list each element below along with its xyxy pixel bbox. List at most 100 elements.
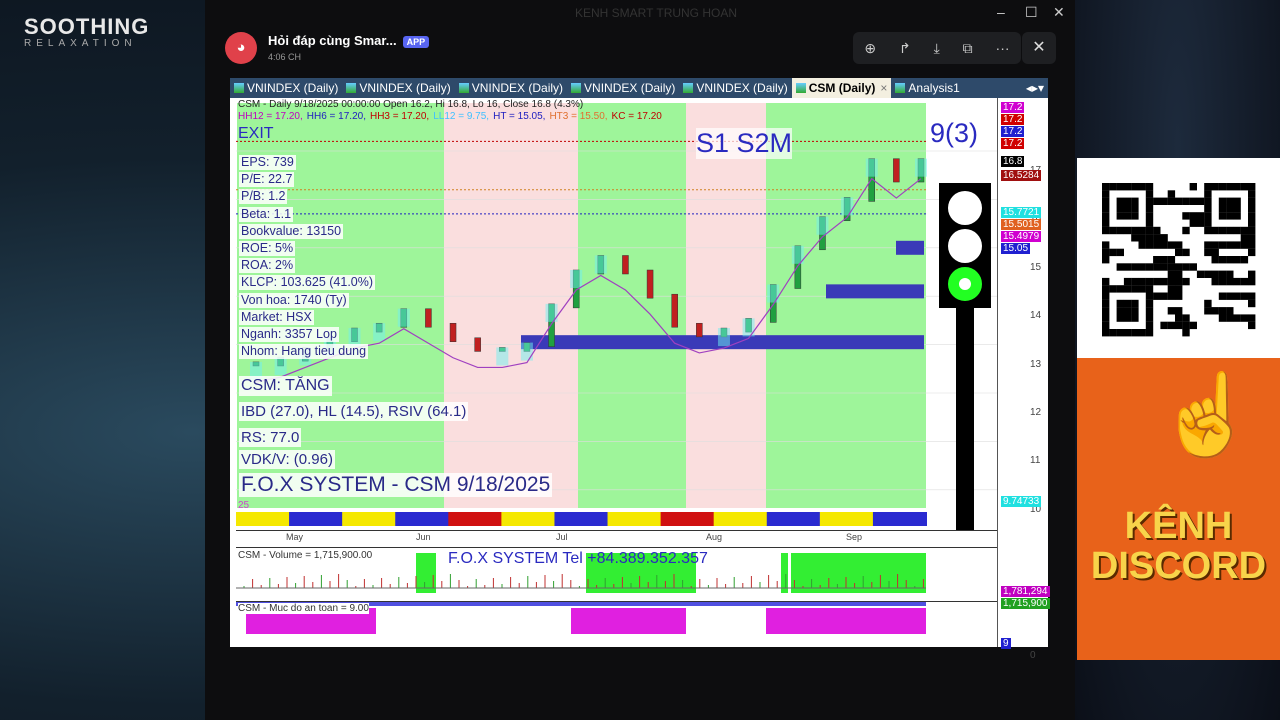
qr-module [1138, 329, 1146, 337]
qr-module [1131, 197, 1139, 205]
qr-module [1196, 197, 1205, 205]
qr-module [1102, 299, 1110, 308]
qr-module [1123, 183, 1132, 191]
open-external-icon[interactable]: ⧉ [963, 40, 973, 57]
forward-icon[interactable]: ↱ [899, 40, 911, 57]
qr-module [1182, 277, 1190, 286]
qr-module [1153, 263, 1161, 271]
more-icon[interactable]: ··· [996, 40, 1010, 56]
price-panel: CSM - Daily 9/18/2025 00:00:00 Open 16.2… [236, 98, 997, 530]
cloud-band [570, 270, 583, 288]
qr-module [1226, 241, 1234, 249]
close-viewer-button[interactable]: ✕ [1022, 32, 1056, 64]
qr-module [1233, 183, 1241, 191]
qr-module [1131, 234, 1139, 242]
traffic-light [939, 183, 991, 308]
tab-1[interactable]: VNINDEX (Daily) [342, 78, 454, 98]
qr-module [1248, 212, 1256, 220]
qr-module [1204, 204, 1212, 213]
qr-module [1102, 212, 1110, 220]
maximize-button[interactable]: ☐ [1025, 4, 1038, 21]
signal-strip-segment [766, 512, 821, 526]
chart-tab-icon [683, 83, 694, 93]
month-label: Sep [846, 532, 863, 542]
price-label: 17.2 [1001, 114, 1025, 125]
qr-module [1175, 263, 1183, 271]
qr-module [1248, 219, 1256, 227]
volume-label-1: 1,781,294 [1001, 586, 1050, 597]
qr-module [1226, 277, 1234, 286]
level-value: HH12 = 17.20, [238, 111, 303, 122]
qr-module [1248, 314, 1256, 322]
support-zone [826, 284, 924, 299]
qr-module [1123, 314, 1132, 322]
qr-module [1116, 314, 1124, 322]
qr-module [1116, 183, 1124, 191]
qr-module [1123, 263, 1132, 271]
qr-module [1248, 248, 1256, 257]
qr-module [1233, 314, 1241, 322]
tab-scroll-arrows[interactable]: ◂▸▾ [1022, 78, 1048, 98]
qr-module [1248, 292, 1256, 300]
candle [646, 269, 654, 299]
ad-text: KÊNH DISCORD [1090, 505, 1267, 587]
qr-module [1182, 314, 1190, 322]
qr-module [1204, 183, 1212, 191]
zoom-in-icon[interactable]: ⊕ [864, 40, 876, 57]
tab-5[interactable]: CSM (Daily) × [791, 78, 892, 98]
cloud-band [841, 197, 854, 216]
qr-module [1145, 204, 1154, 213]
qr-module [1248, 190, 1256, 198]
tab-close-icon[interactable]: × [880, 81, 887, 95]
download-icon[interactable]: ⤓ [934, 40, 940, 57]
tab-6[interactable]: Analysis1 [891, 78, 963, 98]
qr-module [1233, 226, 1241, 235]
qr-module [1123, 212, 1132, 220]
qr-module [1211, 241, 1219, 249]
price-label: 15.5015 [1001, 219, 1042, 230]
level-value: KC = 17.20 [611, 111, 662, 122]
qr-module [1167, 190, 1176, 198]
discord-ad: ☝ KÊNH DISCORD [1077, 358, 1280, 660]
window-close-button[interactable]: ✕ [1053, 4, 1065, 21]
qr-module [1167, 241, 1176, 249]
qr-module [1116, 197, 1124, 205]
qr-module [1145, 321, 1154, 330]
qr-module [1233, 204, 1241, 213]
tab-label: VNINDEX (Daily) [471, 81, 564, 95]
qr-module [1102, 285, 1110, 293]
tab-2[interactable]: VNINDEX (Daily) [455, 78, 567, 98]
price-axis: 1,781,294 1,715,900 9 0 1716151413121110… [997, 98, 1050, 661]
tab-4[interactable]: VNINDEX (Daily) [679, 78, 791, 98]
exit-label: EXIT [238, 125, 274, 142]
qr-module [1145, 329, 1154, 337]
qr-module [1211, 270, 1219, 278]
qr-module [1211, 226, 1219, 235]
qr-module [1182, 197, 1190, 205]
qr-module [1175, 285, 1183, 293]
qr-module [1248, 241, 1256, 249]
fundamental-item: ROE: 5% [239, 241, 296, 256]
tab-3[interactable]: VNINDEX (Daily) [567, 78, 679, 98]
qr-module [1116, 285, 1124, 293]
qr-module [1167, 256, 1176, 264]
cloud-band [742, 318, 755, 337]
month-label: Aug [706, 532, 723, 542]
tab-0[interactable]: VNINDEX (Daily) [230, 78, 342, 98]
price-chart [236, 103, 997, 526]
qr-module [1145, 190, 1154, 198]
qr-module [1240, 314, 1249, 322]
fundamental-item: Nhom: Hang tieu dung [239, 344, 369, 360]
bear-zone [444, 103, 578, 508]
qr-module [1145, 197, 1154, 205]
level-value: HH3 = 17.20, [369, 111, 430, 122]
cloud-band [767, 284, 780, 303]
qr-module [1102, 321, 1110, 330]
chart-tab-icon [346, 83, 357, 93]
minimize-button[interactable]: – [997, 4, 1005, 20]
qr-module [1196, 219, 1205, 227]
qr-module [1123, 285, 1132, 293]
discord-avatar-icon: ◕ [225, 32, 257, 64]
qr-module [1182, 212, 1190, 220]
qr-module [1116, 307, 1124, 315]
